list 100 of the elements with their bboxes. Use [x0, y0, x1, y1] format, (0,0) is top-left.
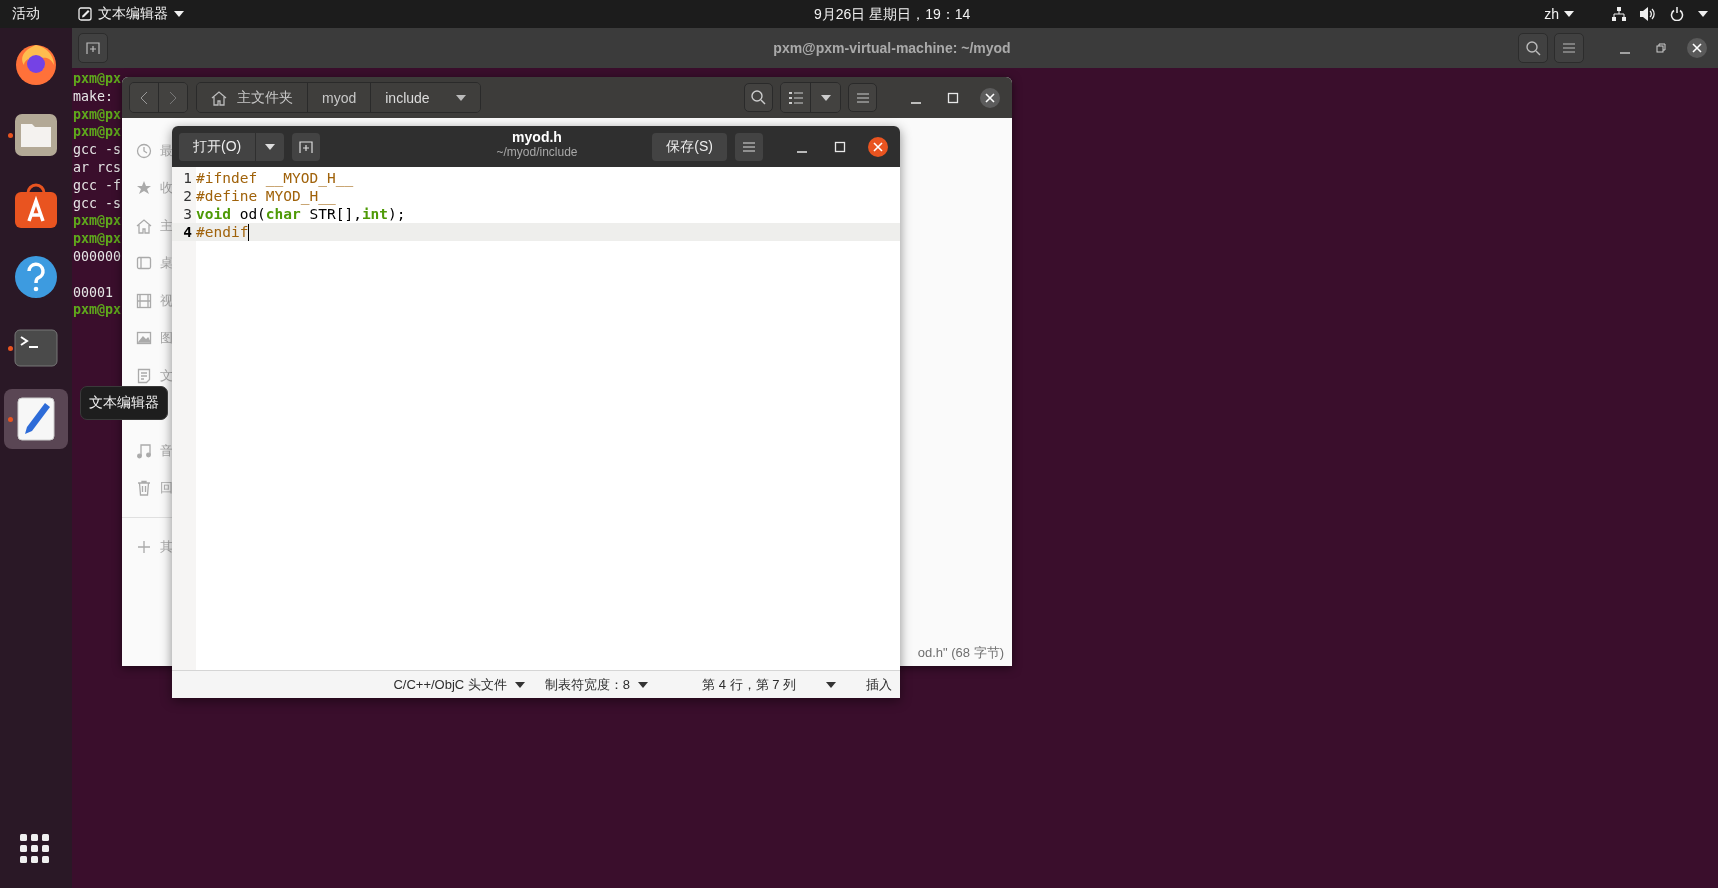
search-icon [1525, 40, 1541, 56]
line-number: 2 [182, 187, 193, 205]
app-menu[interactable]: 文本编辑器 [78, 5, 184, 23]
home-icon [211, 89, 227, 106]
home-icon [136, 217, 152, 234]
open-button[interactable]: 打开(O) [179, 132, 257, 161]
terminal-line: pxm@px [73, 123, 122, 142]
code-line: void od(char STR[],int); [196, 205, 406, 223]
search-button[interactable] [744, 83, 773, 112]
code-line: #ifndef __MYOD_H__ [196, 169, 354, 187]
clock[interactable]: 9月26日 星期日，19：14 [814, 6, 971, 24]
save-button[interactable]: 保存(S) [652, 132, 727, 161]
caret-icon [1564, 11, 1574, 17]
line-number: 1 [182, 169, 193, 187]
view-options-button[interactable] [811, 83, 840, 112]
caret-icon [514, 681, 525, 688]
path-label: include [385, 89, 430, 106]
new-tab-button[interactable] [292, 132, 321, 161]
terminal-line: ar rcs [73, 159, 122, 177]
code-line: #define MYOD_H__ [196, 187, 336, 205]
terminal-line: pxm@px [73, 105, 122, 124]
menu-button[interactable] [735, 132, 763, 161]
new-tab-button[interactable] [78, 33, 108, 63]
caret-icon [174, 11, 184, 17]
terminal-line: gcc -f [73, 176, 122, 195]
terminal-icon [14, 329, 58, 367]
new-tab-icon [86, 41, 100, 55]
new-tab-icon [299, 139, 314, 154]
window-title: myod.h [512, 129, 562, 145]
insert-mode: 插入 [866, 675, 892, 694]
menu-icon [1563, 43, 1575, 53]
input-method-menu[interactable]: zh [1544, 6, 1574, 22]
minimize-icon [797, 150, 807, 153]
network-icon[interactable] [1612, 7, 1626, 21]
shopping-bag-icon [14, 183, 58, 229]
folder-icon [14, 113, 58, 157]
menu-button[interactable] [1554, 33, 1584, 63]
caret-icon [820, 94, 831, 101]
language-selector[interactable]: C/C++/ObjC 头文件 [393, 675, 525, 694]
path-segment[interactable]: 主文件夹 [197, 83, 308, 112]
terminal-line: gcc -s [73, 141, 122, 159]
line-number: 4 [182, 223, 193, 241]
input-method-label: zh [1544, 6, 1559, 22]
app-grid-icon[interactable] [20, 834, 50, 864]
list-view-button[interactable] [781, 83, 811, 112]
dock-item[interactable] [4, 389, 68, 449]
terminal-line: gcc -s [73, 194, 122, 213]
clock-icon [136, 142, 152, 159]
maximize-icon [947, 91, 959, 104]
caret-icon [1698, 11, 1708, 17]
terminal-line: pxm@px [73, 230, 122, 248]
image-icon [136, 330, 152, 347]
status-text: od.h" (68 字节) [917, 644, 1004, 662]
volume-icon[interactable] [1640, 7, 1656, 21]
close-icon [867, 135, 889, 158]
document-icon [136, 367, 152, 384]
window-title: pxm@pxm-virtual-machine: ~/myod [772, 40, 1012, 56]
plus-icon [136, 538, 152, 555]
close-icon [1686, 37, 1708, 59]
forward-icon [169, 90, 177, 105]
star-icon [136, 180, 152, 197]
minimize-icon [911, 101, 921, 104]
text-editor-icon [17, 397, 55, 441]
path-label: myod [322, 89, 357, 106]
line-number: 3 [182, 205, 193, 223]
menu-button[interactable] [848, 83, 877, 112]
terminal-line: 00001 [73, 283, 114, 302]
terminal-line: pxm@px [73, 301, 122, 320]
path-label: 主文件夹 [237, 88, 293, 107]
terminal-line: 000000 [73, 247, 122, 266]
tooltip: 文本编辑器 [80, 386, 168, 420]
caret-icon [265, 143, 276, 150]
film-icon [136, 292, 152, 309]
close-icon [979, 86, 1001, 109]
list-view-icon [788, 91, 803, 104]
menu-icon [856, 92, 869, 103]
tab-width-selector[interactable]: 制表符宽度：8 [544, 675, 649, 694]
cursor-position: 第 4 行，第 7 列 [702, 675, 796, 694]
menu-icon [743, 141, 755, 152]
trash-icon [136, 480, 152, 497]
text-editor-icon [78, 7, 92, 21]
window-subtitle: ~/myod/include [496, 145, 578, 159]
caret-icon [638, 681, 649, 688]
terminal-line: pxm@px [73, 70, 122, 88]
minimize-icon [1620, 52, 1630, 54]
power-icon[interactable] [1670, 7, 1684, 21]
desktop-icon [136, 255, 152, 272]
music-note-icon [136, 442, 152, 459]
search-icon [751, 90, 766, 105]
restore-icon [1655, 42, 1667, 54]
terminal-line: pxm@px [73, 212, 122, 231]
app-menu-label: 文本编辑器 [98, 5, 168, 23]
maximize-icon [834, 140, 846, 153]
terminal-line: make: [73, 87, 114, 106]
search-button[interactable] [1518, 33, 1548, 63]
activities-button[interactable]: 活动 [12, 5, 40, 23]
back-icon [140, 90, 148, 105]
code-editor[interactable]: 1 #ifndef __MYOD_H__ 2 #define MYOD_H__ 3 void od(char STR[],int); 4 #endif [172, 167, 900, 670]
caret-icon [455, 94, 466, 101]
help-icon [14, 255, 58, 299]
